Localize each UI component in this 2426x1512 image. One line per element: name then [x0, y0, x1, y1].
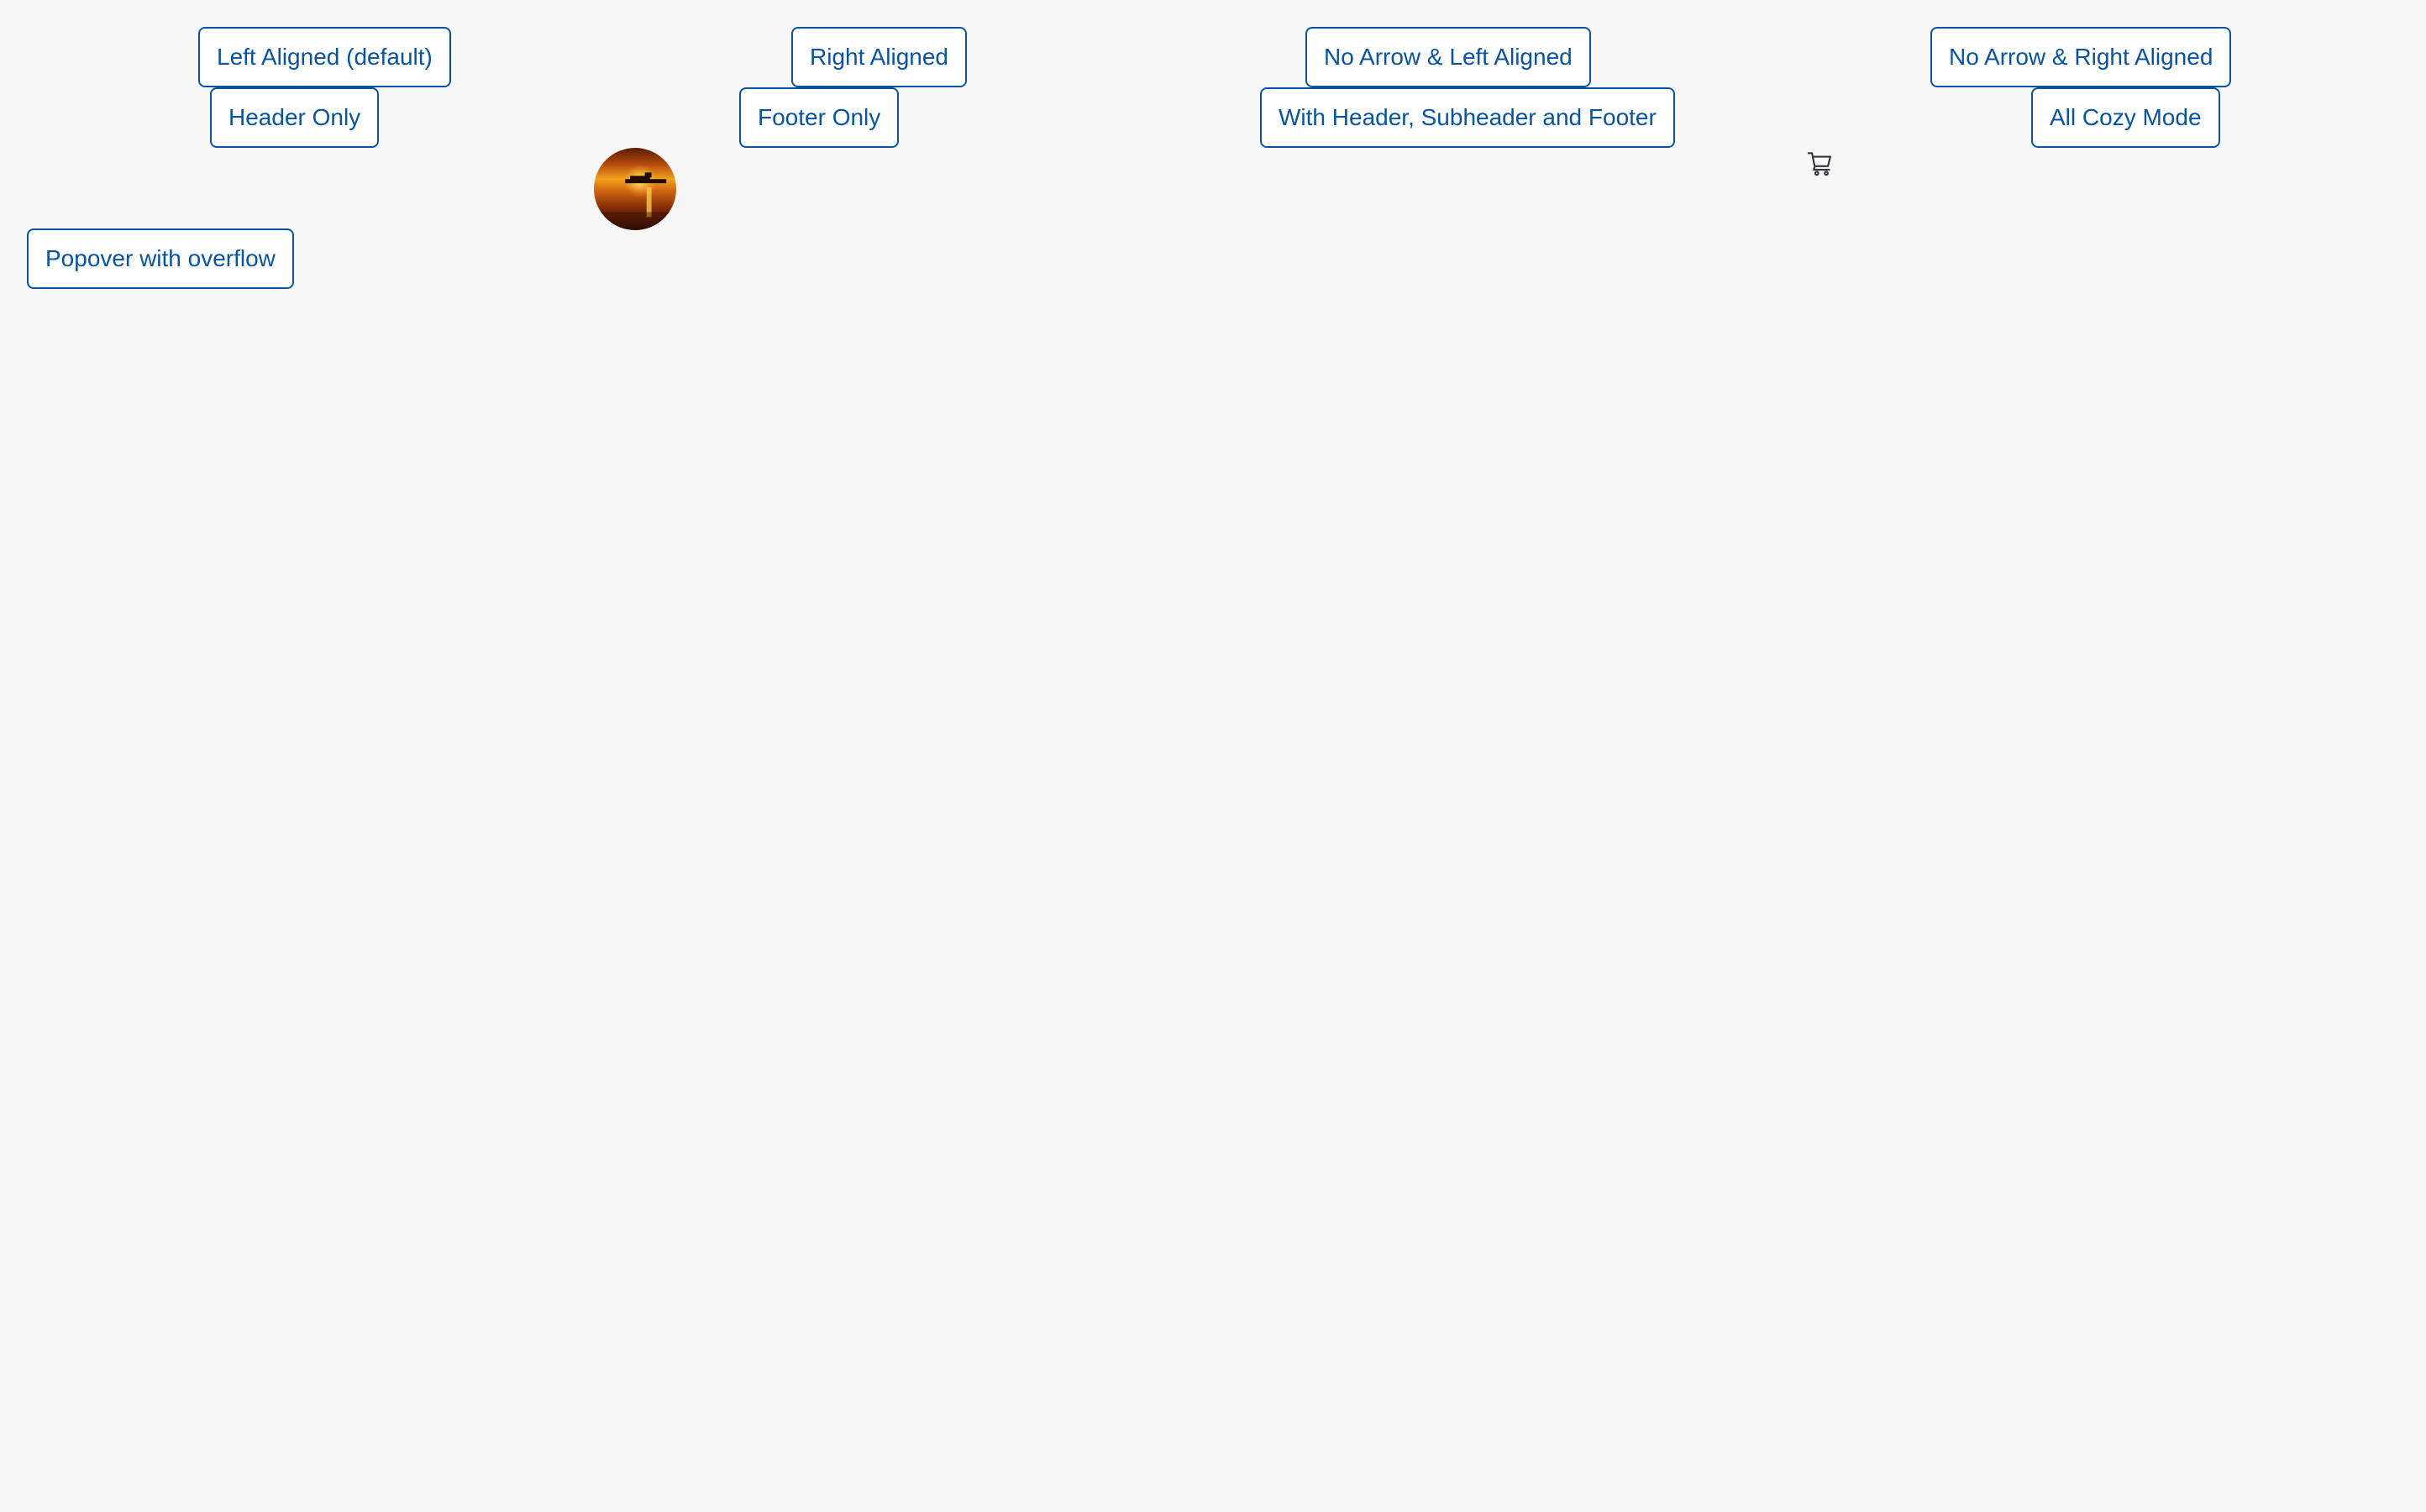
all-cozy-mode-button[interactable]: All Cozy Mode — [2031, 87, 2220, 148]
header-only-button[interactable]: Header Only — [210, 87, 380, 148]
sunset-image — [594, 148, 676, 230]
no-arrow-left-aligned-button[interactable]: No Arrow & Left Aligned — [1305, 27, 1591, 87]
left-aligned-default-button[interactable]: Left Aligned (default) — [198, 27, 451, 87]
footer-only-button[interactable]: Footer Only — [739, 87, 900, 148]
sunset-avatar[interactable] — [594, 148, 676, 230]
popover-with-overflow-button[interactable]: Popover with overflow — [27, 228, 294, 289]
no-arrow-right-aligned-button[interactable]: No Arrow & Right Aligned — [1930, 27, 2232, 87]
cart-icon[interactable] — [1806, 150, 1835, 178]
right-aligned-button[interactable]: Right Aligned — [791, 27, 968, 87]
with-header-subheader-footer-button[interactable]: With Header, Subheader and Footer — [1260, 87, 1675, 148]
